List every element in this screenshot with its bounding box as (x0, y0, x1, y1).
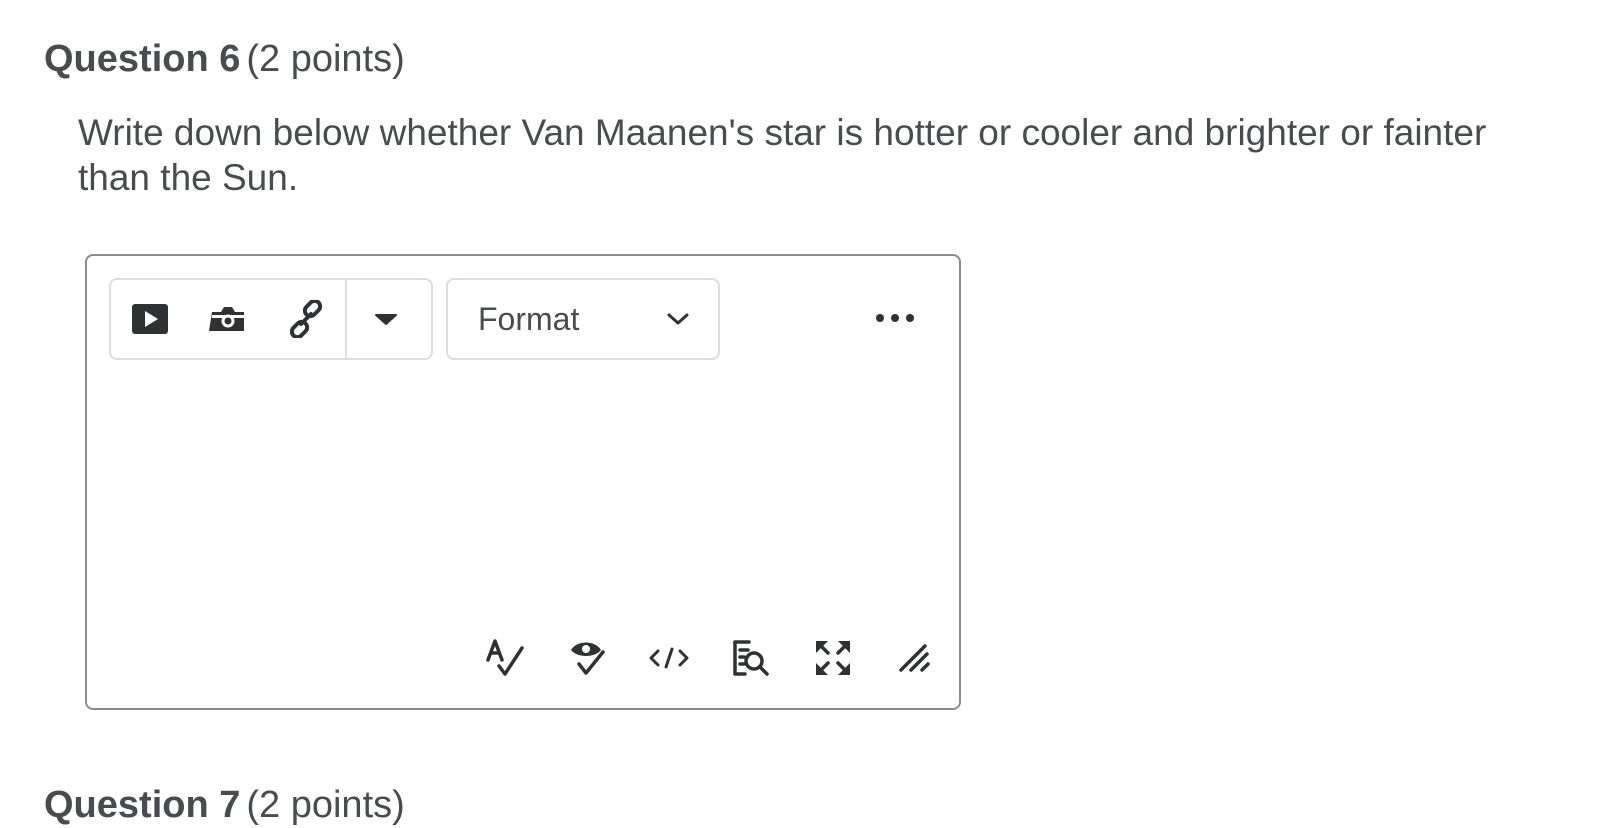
question-title: Question 6 (44, 38, 241, 80)
editor-content-area[interactable] (109, 376, 937, 616)
question-header: Question 6 (2 points) (44, 36, 405, 82)
accessibility-check-button[interactable] (559, 630, 615, 686)
caret-down-icon (374, 312, 398, 326)
insert-image-button[interactable] (189, 280, 267, 358)
format-dropdown[interactable]: Format (446, 278, 720, 360)
fullscreen-button[interactable] (805, 630, 861, 686)
insert-link-button[interactable] (267, 280, 345, 358)
play-video-icon (131, 303, 169, 335)
next-question-header: Question 7 (2 points) (44, 782, 405, 828)
ellipsis-icon (875, 313, 915, 323)
spellcheck-button[interactable] (477, 630, 533, 686)
accessibility-check-icon (567, 638, 607, 678)
more-actions-button[interactable] (867, 296, 923, 340)
resize-handle[interactable] (887, 630, 943, 686)
more-insert-options-button[interactable] (347, 280, 425, 358)
chevron-down-icon (666, 311, 690, 327)
next-question-title: Question 7 (44, 784, 241, 826)
camera-icon (209, 304, 247, 334)
spellcheck-icon (485, 638, 525, 678)
rich-text-editor: Format (85, 254, 961, 710)
link-icon (287, 300, 325, 338)
question-points: (2 points) (246, 38, 405, 80)
preview-search-icon (731, 638, 771, 678)
format-dropdown-label: Format (478, 300, 580, 337)
insert-video-button[interactable] (111, 280, 189, 358)
insert-toolbar-group (109, 278, 433, 360)
bottom-toolbar (477, 630, 943, 686)
preview-button[interactable] (723, 630, 779, 686)
next-question-points: (2 points) (246, 784, 405, 826)
code-icon (649, 646, 689, 670)
resize-grip-icon (897, 640, 933, 676)
fullscreen-icon (813, 638, 853, 678)
question-prompt: Write down below whether Van Maanen's st… (78, 112, 1487, 198)
source-code-button[interactable] (641, 630, 697, 686)
